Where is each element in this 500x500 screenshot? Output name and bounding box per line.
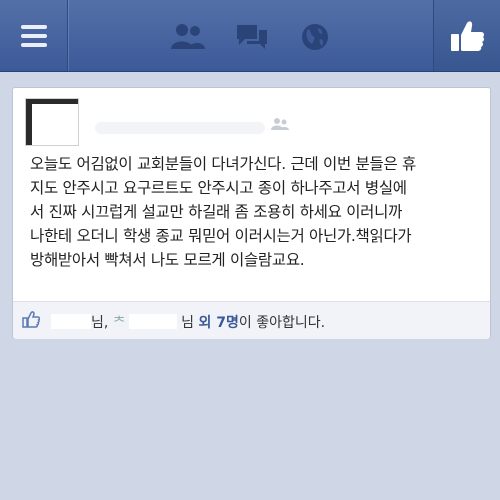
friends-privacy-icon <box>271 118 289 130</box>
top-navigation-bar <box>0 0 500 72</box>
likes-suffix-2: 님 <box>181 315 195 331</box>
post-card: 오늘도 어김없이 교회분들이 다녀가신다. 근데 이번 분들은 휴 지도 안주시… <box>12 87 491 339</box>
post-body-text: 오늘도 어김없이 교회분들이 다녀가신다. 근데 이번 분들은 휴 지도 안주시… <box>30 155 417 269</box>
messages-icon[interactable] <box>235 23 269 51</box>
liker-name-redacted[interactable] <box>51 314 91 329</box>
likes-suffix-1: 님, <box>91 315 109 331</box>
likes-summary-bar[interactable]: 님, ᄎ 님 외 7명이 좋아합니다. <box>13 301 490 339</box>
others-count-link[interactable]: 외 7명 <box>198 315 238 331</box>
menu-button[interactable] <box>0 0 67 71</box>
like-icon <box>22 311 40 328</box>
likes-text: 님, ᄎ 님 외 7명이 좋아합니다. <box>51 312 325 332</box>
avatar[interactable] <box>25 98 79 146</box>
liker-2-initial: ᄎ <box>112 315 126 331</box>
menu-icon <box>20 20 47 52</box>
author-name-redacted[interactable] <box>95 122 265 134</box>
divider <box>67 0 68 71</box>
like-thumb-icon <box>451 20 485 51</box>
likes-tail: 이 좋아합니다. <box>238 315 326 331</box>
notifications-globe-icon[interactable] <box>300 22 330 52</box>
like-tab-button[interactable] <box>434 0 500 71</box>
liker-name-redacted[interactable] <box>128 314 177 329</box>
friend-requests-icon[interactable] <box>170 22 206 50</box>
